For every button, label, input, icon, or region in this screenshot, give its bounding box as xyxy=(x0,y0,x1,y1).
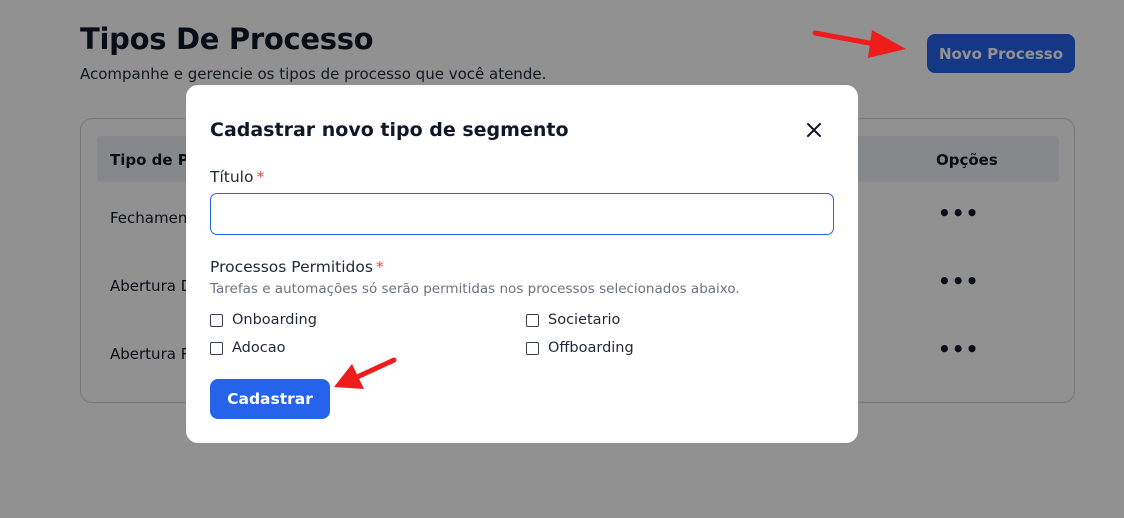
annotation-arrows xyxy=(334,30,906,389)
arrow-icon xyxy=(812,30,906,58)
arrow-icon xyxy=(334,357,397,389)
